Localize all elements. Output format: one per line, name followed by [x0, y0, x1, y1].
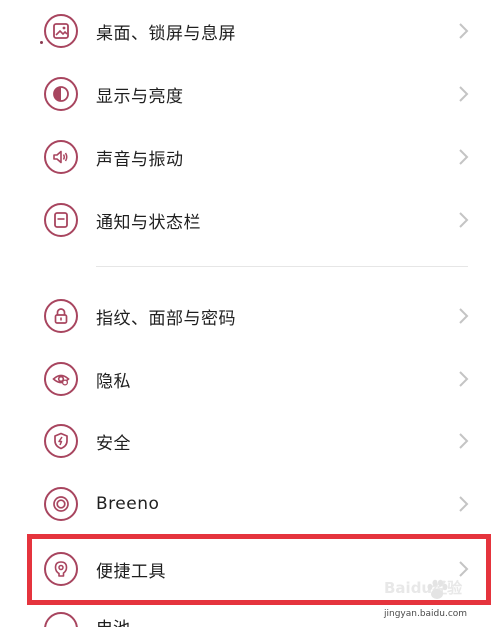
notification-icon [44, 203, 78, 237]
settings-item-privacy[interactable]: 隐私 [0, 348, 500, 410]
shield-icon [44, 424, 78, 458]
settings-item-label: 便捷工具 [96, 561, 166, 582]
settings-screen: 桌面、锁屏与息屏 显示与亮度 声音与振动 通知与状态栏 指纹、面部与密码 隐私 … [0, 0, 500, 627]
chevron-right-icon [459, 149, 469, 165]
settings-item-sound[interactable]: 声音与振动 [0, 126, 500, 188]
settings-item-wallpaper[interactable]: 桌面、锁屏与息屏 [0, 0, 500, 62]
brightness-icon [44, 77, 78, 111]
speaker-icon [44, 140, 78, 174]
settings-item-convenience-tools[interactable]: 便捷工具 [0, 538, 500, 600]
settings-item-label: 安全 [96, 433, 131, 454]
settings-item-notifications[interactable]: 通知与状态栏 [0, 189, 500, 251]
wallpaper-icon [44, 14, 78, 48]
chevron-right-icon [459, 433, 469, 449]
chevron-right-icon [459, 561, 469, 577]
chevron-right-icon [459, 496, 469, 512]
settings-item-fingerprint-face-password[interactable]: 指纹、面部与密码 [0, 285, 500, 347]
lock-icon [44, 299, 78, 333]
chevron-right-icon [459, 23, 469, 39]
settings-item-label: 声音与振动 [96, 149, 184, 170]
settings-item-display[interactable]: 显示与亮度 [0, 63, 500, 125]
settings-item-label: 桌面、锁屏与息屏 [96, 23, 236, 44]
breeno-icon [44, 487, 78, 521]
settings-item-label: 通知与状态栏 [96, 212, 201, 233]
section-divider [96, 266, 468, 267]
settings-item-label: 显示与亮度 [96, 86, 184, 107]
watermark-url: jingyan.baidu.com [384, 609, 468, 619]
settings-item-label: 隐私 [96, 371, 131, 392]
settings-item-breeno[interactable]: Breeno [0, 473, 500, 535]
chevron-right-icon [459, 86, 469, 102]
settings-item-security[interactable]: 安全 [0, 410, 500, 472]
convenience-tools-icon [44, 552, 78, 586]
battery-icon [44, 612, 78, 627]
chevron-right-icon [459, 371, 469, 387]
chevron-right-icon [459, 308, 469, 324]
settings-item-label: 指纹、面部与密码 [96, 308, 236, 329]
chevron-right-icon [459, 212, 469, 228]
settings-item-label: Breeno [96, 494, 160, 514]
privacy-eye-icon [44, 362, 78, 396]
settings-item-label: 电池 [96, 614, 130, 627]
